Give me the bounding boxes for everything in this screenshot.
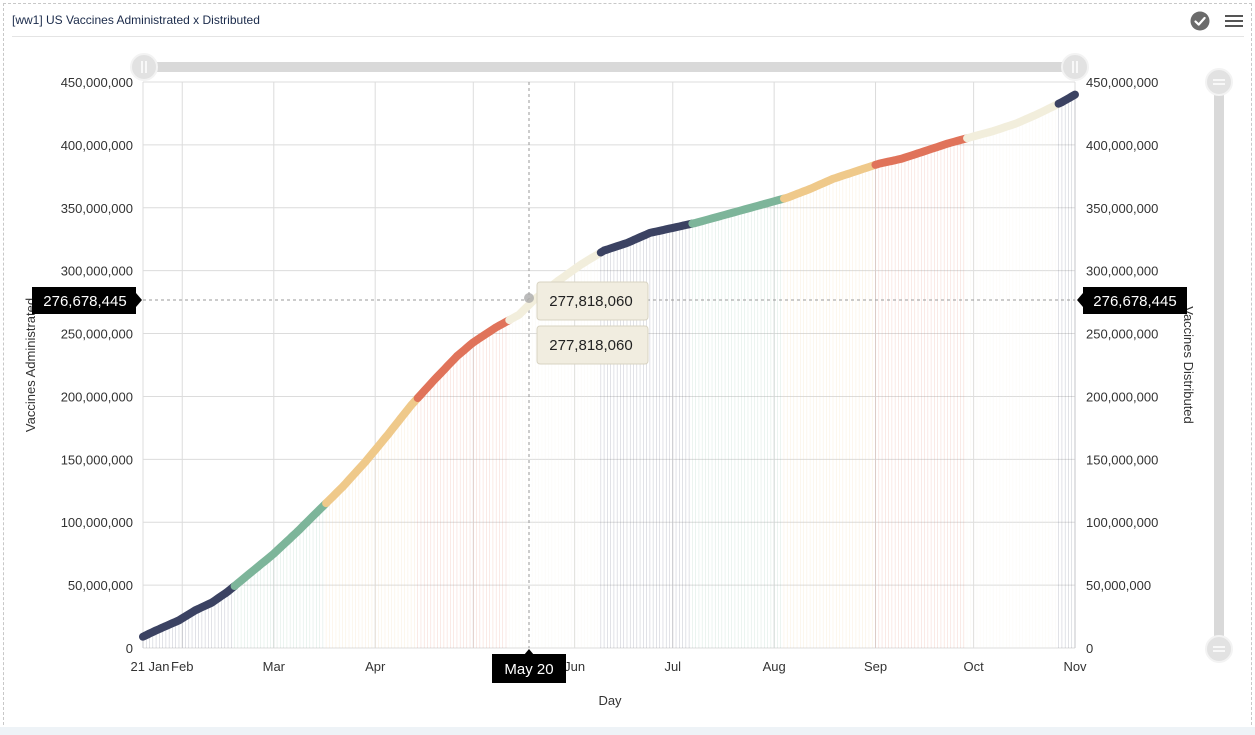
navigator-left-handle[interactable] <box>130 53 158 81</box>
bottom-strip <box>0 727 1255 735</box>
y-tick-label-right: 0 <box>1086 641 1093 656</box>
y-tick-label-left: 400,000,000 <box>61 138 133 153</box>
y-tick-label-right: 450,000,000 <box>1086 75 1158 90</box>
series-line[interactable] <box>139 90 1079 641</box>
x-tick-label: Apr <box>365 659 386 674</box>
y-axis-right-title: Vaccines Distributed <box>1181 306 1196 424</box>
x-tick-label: Jun <box>564 659 585 674</box>
y-tick-label-right: 250,000,000 <box>1086 327 1158 342</box>
y-tick-label-left: 450,000,000 <box>61 75 133 90</box>
daily-spikes <box>142 94 1076 648</box>
y-tick-label-left: 250,000,000 <box>61 327 133 342</box>
vertical-navigator-top-handle[interactable] <box>1205 68 1233 96</box>
x-tick-label: 21 Jan <box>130 659 169 674</box>
vertical-navigator-track[interactable] <box>1214 80 1224 650</box>
y-axis-left-ticks: 0 50,000,000 100,000,000 150,000,000 200,000… <box>61 75 133 656</box>
navigator-track[interactable] <box>143 62 1075 72</box>
tooltip-distributed-value: 277,818,060 <box>549 337 632 354</box>
chart: 0 50,000,000 100,000,000 150,000,000 200,000… <box>23 53 1233 708</box>
navigator-right-handle[interactable] <box>1061 53 1089 81</box>
tooltip-distributed: 277,818,060 <box>536 325 649 365</box>
crosshair-y-label-right-text: 276,678,445 <box>1093 293 1176 310</box>
x-tick-label: Oct <box>964 659 985 674</box>
y-tick-label-right: 150,000,000 <box>1086 452 1158 467</box>
crosshair-x-label: May 20 <box>492 649 566 683</box>
y-tick-label-right: 200,000,000 <box>1086 389 1158 404</box>
tooltip-administered-value: 277,818,060 <box>549 293 632 310</box>
y-axis-right-ticks: 0 50,000,000 100,000,000 150,000,000 200,000… <box>1086 75 1158 656</box>
y-tick-label-right: 350,000,000 <box>1086 201 1158 216</box>
y-tick-label-left: 350,000,000 <box>61 201 133 216</box>
y-axis-left-title: Vaccines Administrated <box>23 298 38 432</box>
y-tick-label-right: 300,000,000 <box>1086 264 1158 279</box>
x-tick-label: Sep <box>864 659 887 674</box>
x-axis-ticks: 21 Jan Feb Mar Apr Jun Jul Aug Sep Oct Nov <box>130 659 1087 674</box>
y-tick-label-left: 0 <box>126 641 133 656</box>
y-tick-label-left: 100,000,000 <box>61 515 133 530</box>
y-tick-label-right: 50,000,000 <box>1086 578 1151 593</box>
crosshair-y-label-left: 276,678,445 <box>32 287 142 314</box>
grid <box>142 81 1076 649</box>
range-navigator[interactable] <box>130 53 1089 81</box>
y-tick-label-right: 100,000,000 <box>1086 515 1158 530</box>
y-tick-label-right: 400,000,000 <box>1086 138 1158 153</box>
x-tick-label: Jul <box>664 659 681 674</box>
hover-point[interactable] <box>524 293 534 303</box>
y-tick-label-left: 50,000,000 <box>68 578 133 593</box>
series-segment[interactable] <box>1054 90 1079 108</box>
tooltip-administered: 277,818,060 <box>536 281 649 321</box>
x-tick-label: Feb <box>171 659 193 674</box>
y-tick-label-left: 200,000,000 <box>61 389 133 404</box>
vertical-navigator[interactable] <box>1205 68 1233 663</box>
x-tick-label: Nov <box>1063 659 1087 674</box>
x-tick-label: Mar <box>263 659 286 674</box>
crosshair-y-label-left-text: 276,678,445 <box>43 293 126 310</box>
y-tick-label-left: 150,000,000 <box>61 452 133 467</box>
y-tick-label-left: 300,000,000 <box>61 264 133 279</box>
crosshair-y-label-right: 276,678,445 <box>1077 287 1187 314</box>
crosshair-x-label-text: May 20 <box>504 661 553 678</box>
x-axis-title: Day <box>598 693 622 708</box>
x-tick-label: Aug <box>763 659 786 674</box>
vertical-navigator-bottom-handle[interactable] <box>1205 635 1233 663</box>
